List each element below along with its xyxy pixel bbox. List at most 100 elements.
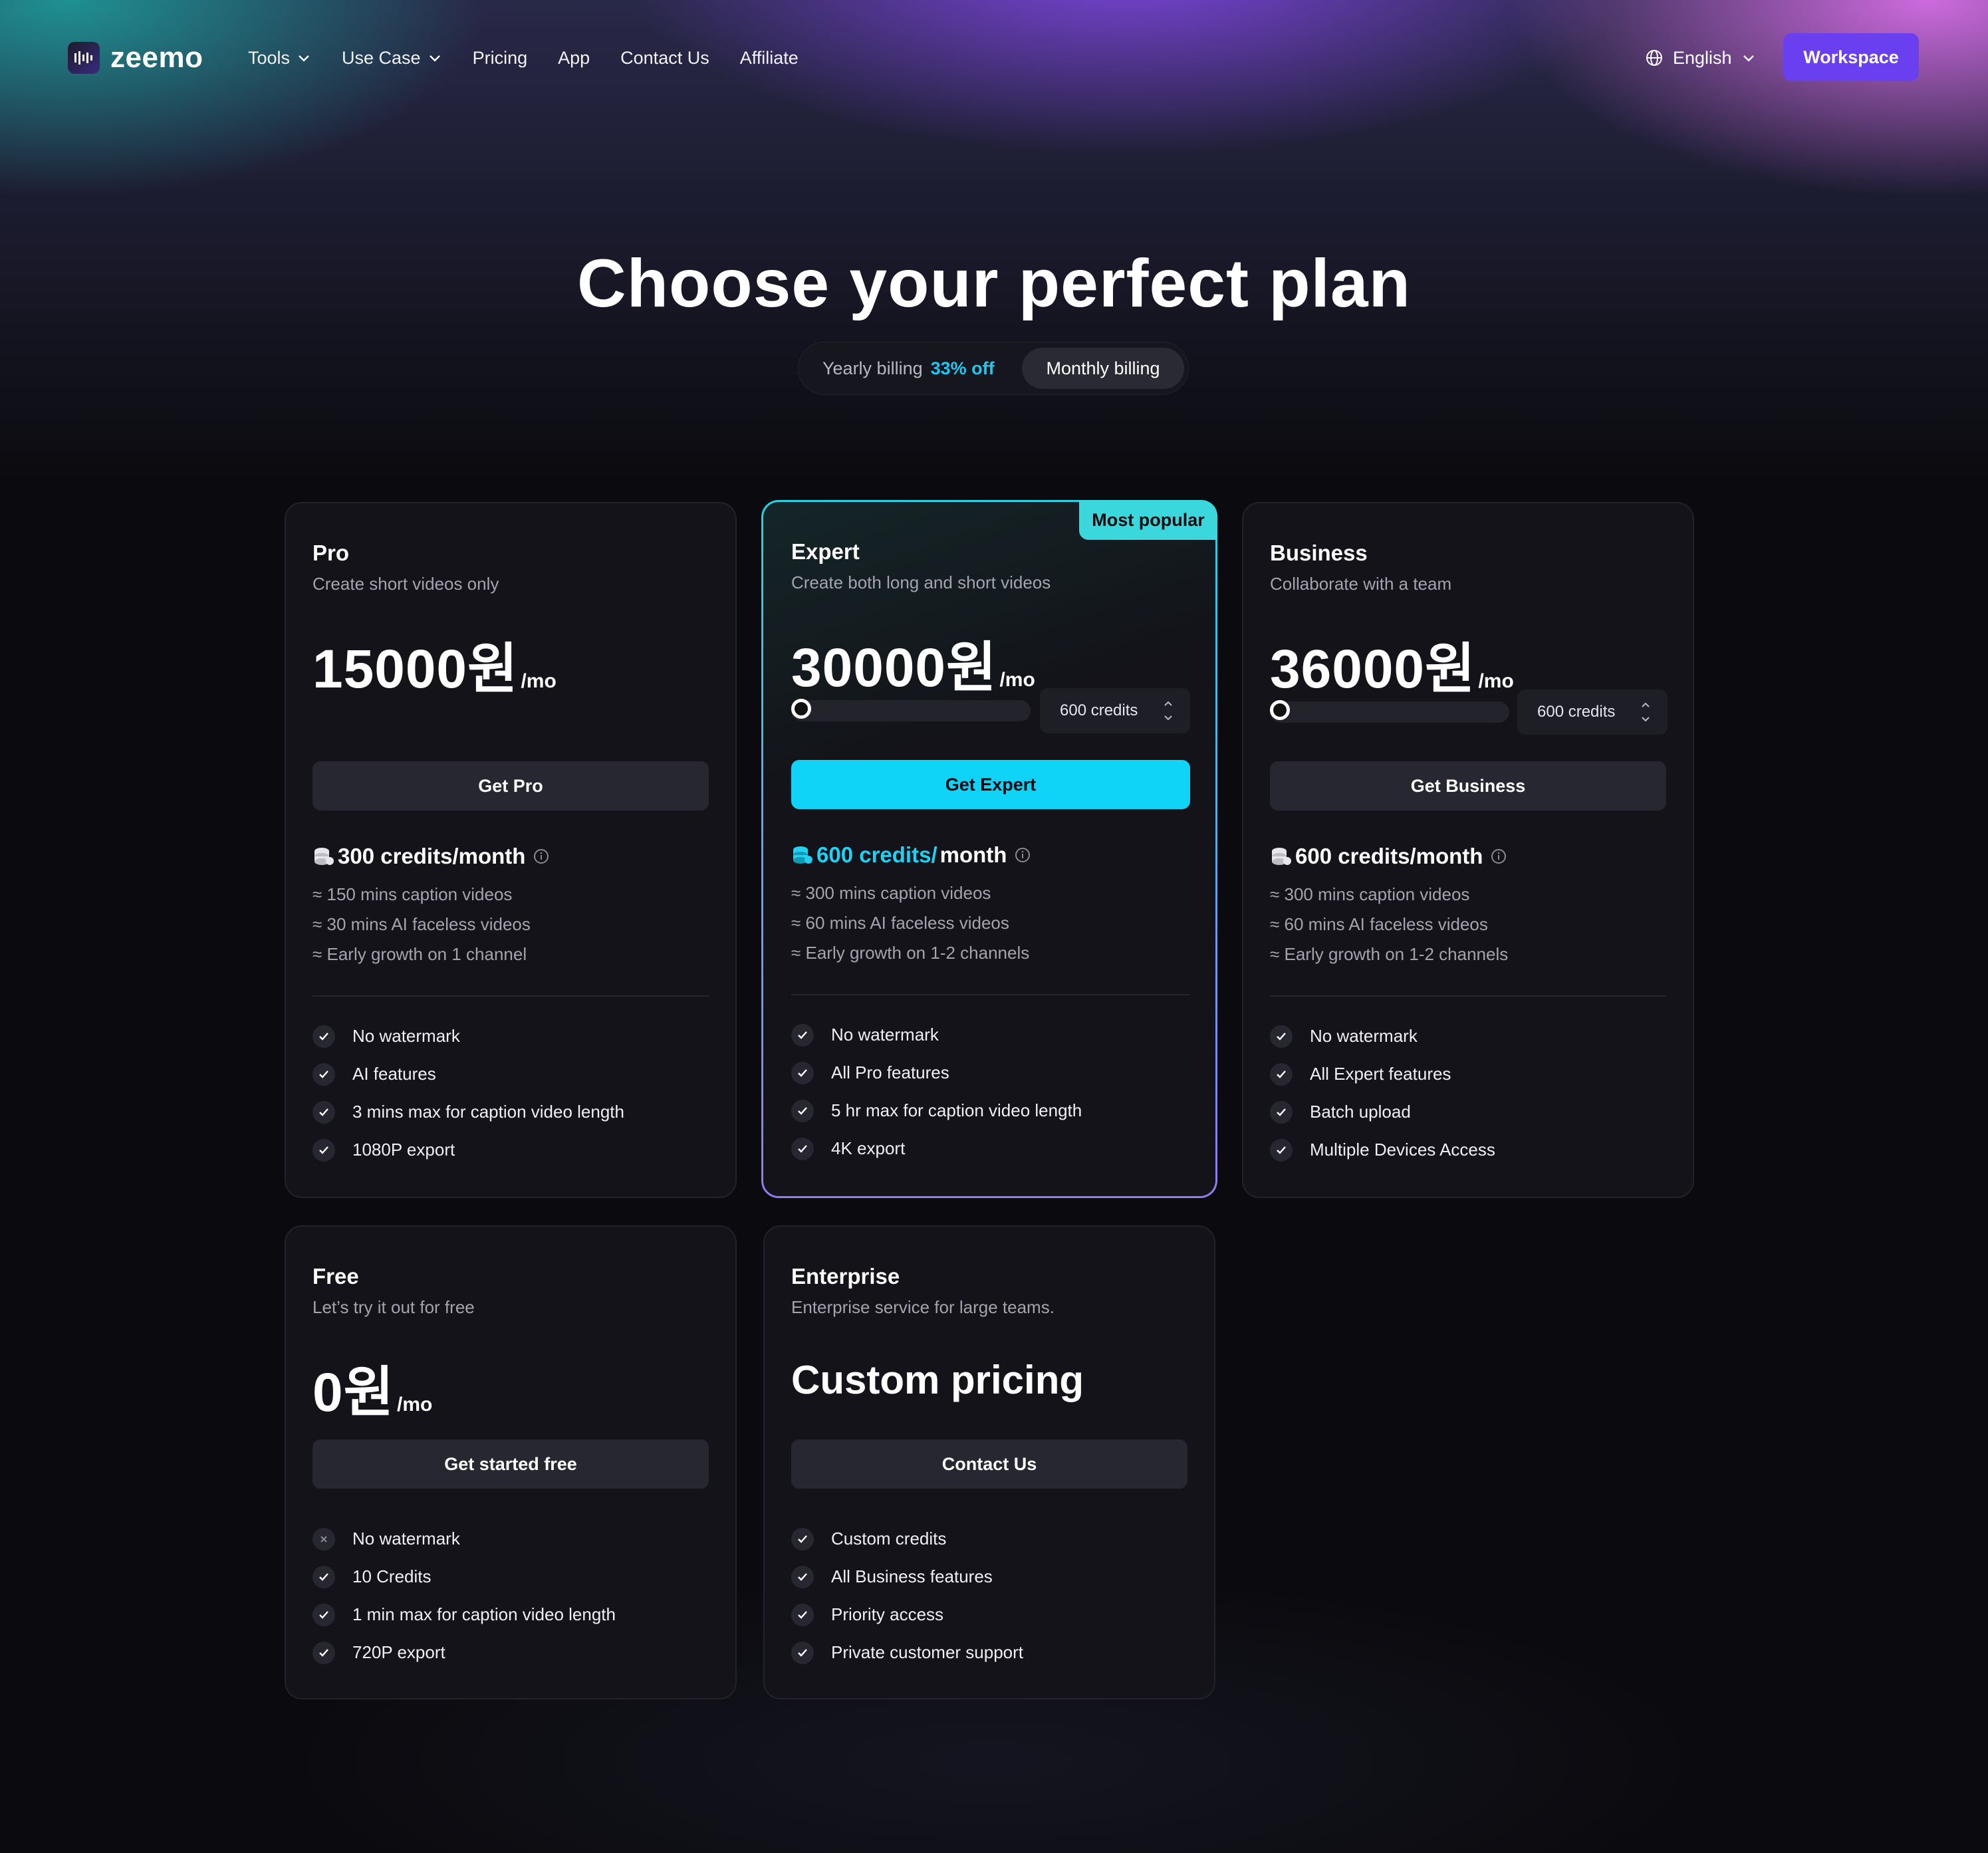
check-icon (791, 1099, 814, 1122)
divider (312, 995, 709, 997)
credits-select[interactable]: 600 credits (1517, 689, 1668, 735)
check-icon (791, 1565, 814, 1588)
nav-use-case[interactable]: Use Case (342, 48, 442, 68)
plan-price: 0원 /mo (312, 1348, 432, 1427)
nav-pricing[interactable]: Pricing (473, 48, 528, 68)
info-circle-icon[interactable] (533, 848, 549, 864)
yearly-discount-badge: 33% off (930, 358, 995, 378)
credits-slider[interactable] (791, 697, 1031, 721)
plan-card-business: Business Collaborate with a team 36000원 … (1242, 502, 1694, 1198)
nav-app-label: App (558, 47, 590, 68)
globe-icon (1646, 50, 1662, 66)
plan-price: 15000원 /mo (312, 624, 557, 703)
chevron-down-icon (429, 55, 440, 62)
usage-estimates: ≈ 150 mins caption videos ≈ 30 mins AI f… (312, 880, 531, 969)
feature-label: Custom credits (831, 1529, 947, 1548)
credits-select[interactable]: 600 credits (1040, 688, 1190, 733)
credits-select-value: 600 credits (1537, 703, 1616, 721)
brand-name: zeemo (110, 41, 203, 74)
nav-affiliate[interactable]: Affiliate (740, 48, 799, 68)
top-nav: zeemo Tools Use Case Pricing App Contact… (0, 0, 1988, 114)
feature-list: Custom credits All Business features Pri… (791, 1520, 1023, 1671)
get-business-button[interactable]: Get Business (1270, 761, 1666, 810)
get-expert-button[interactable]: Get Expert (791, 760, 1190, 809)
check-icon (1270, 1138, 1293, 1162)
slider-knob[interactable] (1270, 700, 1290, 720)
feature-item: Batch upload (1270, 1093, 1495, 1131)
feature-item: 10 Credits (312, 1558, 616, 1596)
plan-price: 30000원 /mo (791, 623, 1035, 702)
usage-estimate: ≈ 300 mins caption videos (791, 883, 991, 903)
feature-label: No watermark (831, 1025, 939, 1045)
credits-label: 300 credits/month (338, 844, 526, 868)
plan-card-enterprise: Enterprise Enterprise service for large … (763, 1225, 1215, 1699)
plan-card-expert: Most popular Expert Create both long and… (761, 500, 1217, 1198)
plan-price: 36000원 /mo (1270, 624, 1514, 703)
feature-label: 5 hr max for caption video length (831, 1100, 1082, 1120)
workspace-button[interactable]: Workspace (1783, 33, 1919, 81)
feature-item: Priority access (791, 1596, 1023, 1634)
check-icon (312, 1100, 335, 1124)
info-circle-icon[interactable] (1015, 847, 1031, 863)
feature-label: No watermark (352, 1026, 460, 1046)
get-pro-button[interactable]: Get Pro (312, 761, 709, 810)
divider (791, 994, 1190, 995)
yearly-billing-label: Yearly billing (822, 358, 923, 378)
feature-label: All Business features (831, 1566, 993, 1586)
nav-contact-us[interactable]: Contact Us (620, 48, 709, 68)
feature-item: All Pro features (791, 1054, 1082, 1092)
nav-affiliate-label: Affiliate (739, 47, 799, 68)
plan-subtitle: Create both long and short videos (791, 572, 1051, 592)
get-started-free-button[interactable]: Get started free (312, 1439, 709, 1489)
credits-highlight: 600 credits/ (816, 842, 937, 867)
usage-estimate: ≈ 60 mins AI faceless videos (791, 913, 1009, 933)
language-selector[interactable]: English (1645, 41, 1756, 74)
usage-estimate: ≈ 30 mins AI faceless videos (312, 914, 531, 934)
usage-estimate: ≈ 300 mins caption videos (1270, 884, 1470, 904)
feature-item: All Expert features (1270, 1055, 1495, 1093)
nav-pricing-label: Pricing (472, 47, 528, 68)
feature-label: Multiple Devices Access (1310, 1140, 1495, 1160)
plan-card-pro: Pro Create short videos only 15000원 /mo … (285, 502, 737, 1198)
price-amount: 0원 (312, 1362, 395, 1423)
coin-stack-icon (314, 848, 334, 865)
contact-us-button[interactable]: Contact Us (791, 1439, 1187, 1489)
check-icon (312, 1603, 335, 1626)
check-icon (791, 1641, 814, 1664)
feature-item: No watermark (791, 1016, 1082, 1054)
credits-select-value: 600 credits (1060, 701, 1138, 719)
feature-item: No watermark (312, 1017, 624, 1055)
feature-label: 720P export (352, 1642, 445, 1662)
monthly-billing-option[interactable]: Monthly billing (1022, 348, 1184, 389)
feature-label: 4K export (831, 1138, 906, 1158)
slider-track (791, 700, 1031, 721)
feature-item: 720P export (312, 1634, 616, 1671)
feature-item: 5 hr max for caption video length (791, 1092, 1082, 1130)
brand-logo[interactable]: zeemo (68, 41, 203, 74)
slider-knob[interactable] (791, 699, 811, 719)
yearly-billing-option[interactable]: Yearly billing 33% off (822, 342, 995, 394)
check-icon (791, 1527, 814, 1550)
plan-subtitle: Let’s try it out for free (312, 1297, 475, 1317)
zeemo-logo-icon (68, 42, 100, 74)
feature-item: 1080P export (312, 1131, 624, 1169)
feature-list: No watermark 10 Credits 1 min max for ca… (312, 1520, 616, 1671)
feature-item: Multiple Devices Access (1270, 1131, 1495, 1169)
feature-label: No watermark (1310, 1026, 1418, 1046)
chevron-down-icon (299, 55, 309, 62)
credits-slider[interactable] (1270, 699, 1509, 723)
feature-label: Private customer support (831, 1642, 1024, 1662)
credits-per-month: 600 credits/month (1270, 844, 1507, 869)
feature-list: No watermark AI features 3 mins max for … (312, 1017, 624, 1169)
feature-label: AI features (352, 1064, 436, 1084)
info-circle-icon[interactable] (1491, 848, 1507, 864)
up-down-chevron-icon (1642, 702, 1650, 722)
nav-contact-us-label: Contact Us (620, 47, 709, 68)
nav-tools[interactable]: Tools (248, 48, 311, 68)
nav-app[interactable]: App (558, 48, 590, 68)
feature-list: No watermark All Pro features 5 hr max f… (791, 1016, 1082, 1168)
usage-estimate: ≈ 150 mins caption videos (312, 884, 513, 904)
usage-estimates: ≈ 300 mins caption videos ≈ 60 mins AI f… (1270, 880, 1508, 969)
check-icon (1270, 1062, 1293, 1086)
page-title: Choose your perfect plan (577, 245, 1411, 322)
